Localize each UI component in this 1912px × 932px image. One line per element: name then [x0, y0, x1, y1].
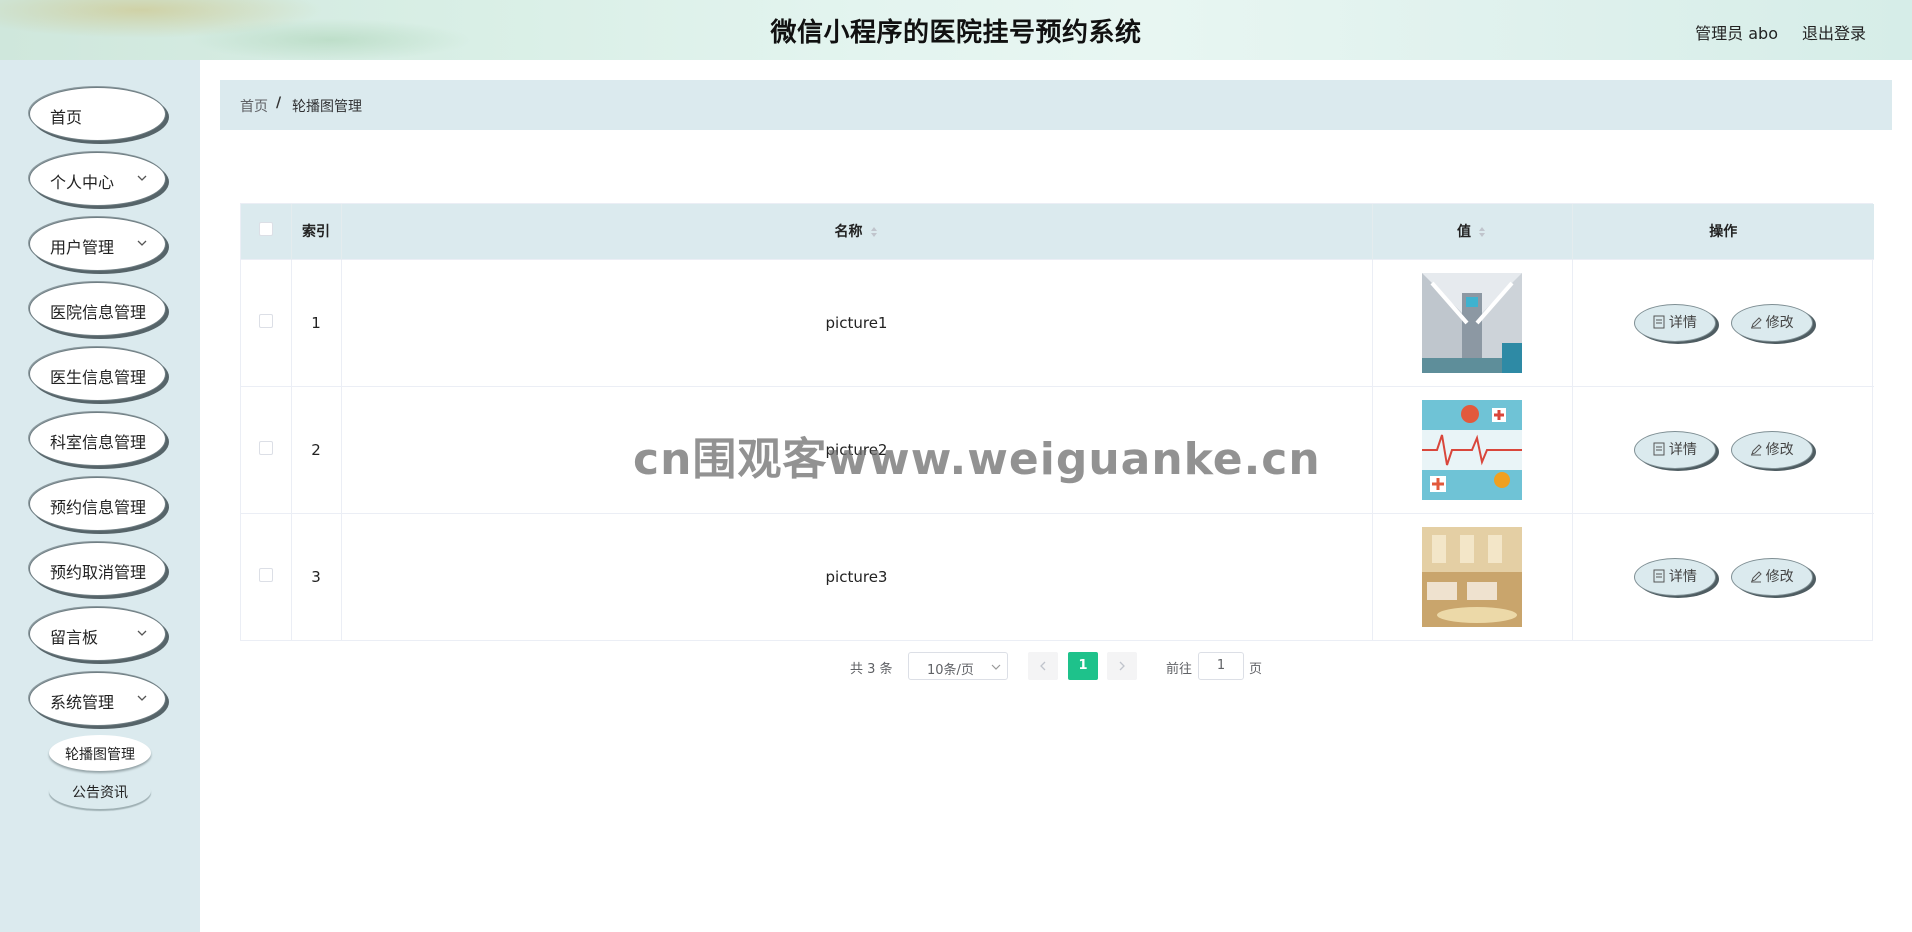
row-name: picture1 [341, 259, 1373, 386]
row-name: picture3 [341, 513, 1373, 640]
table-row: 2 picture2 详情 修改 [241, 386, 1874, 513]
prev-page-button[interactable] [1028, 652, 1058, 680]
page-number-current[interactable]: 1 [1068, 652, 1098, 680]
row-name: picture2 [341, 386, 1373, 513]
sidebar-item-message-board[interactable]: 留言板 [29, 607, 166, 661]
breadcrumb-home[interactable]: 首页 [240, 96, 268, 116]
next-page-button[interactable] [1107, 652, 1137, 680]
chevron-down-icon [991, 664, 1001, 670]
column-index: 索引 [291, 204, 342, 259]
top-header: 微信小程序的医院挂号预约系统 管理员 abo 退出登录 [0, 0, 1912, 60]
row-checkbox[interactable] [258, 567, 273, 582]
column-actions: 操作 [1709, 224, 1738, 241]
sidebar-item-personal-center[interactable]: 个人中心 [29, 152, 166, 206]
column-value[interactable]: 值 [1372, 204, 1573, 259]
document-icon [1653, 442, 1665, 455]
chevron-down-icon [137, 175, 147, 181]
hospital-ward-image[interactable] [1422, 526, 1522, 627]
document-icon [1653, 569, 1665, 583]
submenu-item-announcements[interactable]: 公告资讯 [49, 773, 151, 809]
table-row: 1 picture1 详情 修改 [241, 259, 1874, 386]
sidebar-item-hospital-info[interactable]: 医院信息管理 [29, 282, 166, 336]
logout-link[interactable]: 退出登录 [1802, 20, 1866, 44]
detail-button[interactable]: 详情 [1633, 430, 1716, 469]
submenu-item-carousel[interactable]: 轮播图管理 [49, 735, 151, 771]
sidebar-item-appointment-info[interactable]: 预约信息管理 [29, 477, 166, 531]
document-icon [1653, 315, 1665, 328]
pagination-total: 共 3 条 [850, 662, 893, 677]
breadcrumb-separator: / [276, 95, 282, 111]
sort-icon[interactable] [869, 225, 879, 239]
chevron-right-icon [1119, 661, 1125, 671]
app-title: 微信小程序的医院挂号预约系统 [770, 18, 1142, 48]
goto-label: 前往 [1166, 662, 1193, 677]
detail-button[interactable]: 详情 [1633, 303, 1716, 342]
edit-button[interactable]: 修改 [1730, 557, 1813, 596]
row-index: 2 [291, 386, 342, 513]
chevron-down-icon [137, 240, 147, 246]
carousel-table: 索引 名称 值 操作 1 picture1 详情 修改 2 picture2 详… [240, 203, 1874, 641]
table-row: 3 picture3 详情 修改 [241, 513, 1874, 640]
row-index: 3 [291, 513, 342, 640]
current-user: 管理员 abo [1695, 24, 1778, 43]
sidebar-item-appointment-cancel[interactable]: 预约取消管理 [29, 542, 166, 596]
medical-pattern-image[interactable] [1422, 399, 1522, 500]
chevron-left-icon [1040, 661, 1046, 671]
table-header-row: 索引 名称 值 操作 [241, 204, 1874, 259]
breadcrumb: 首页 / 轮播图管理 [220, 80, 1892, 130]
detail-button[interactable]: 详情 [1633, 557, 1716, 596]
chevron-down-icon [137, 630, 147, 636]
hospital-corridor-image[interactable] [1422, 272, 1522, 373]
chevron-down-icon [137, 695, 147, 701]
sidebar: 首页 个人中心 用户管理 医院信息管理 医生信息管理 科室信息管理 预约信息管理… [0, 60, 200, 932]
breadcrumb-current: 轮播图管理 [292, 99, 362, 115]
sidebar-item-doctor-info[interactable]: 医生信息管理 [29, 347, 166, 401]
edit-button[interactable]: 修改 [1730, 430, 1813, 469]
page-size-select[interactable]: 10条/页 [908, 652, 1008, 680]
sidebar-item-department-info[interactable]: 科室信息管理 [29, 412, 166, 466]
column-name[interactable]: 名称 [341, 204, 1373, 259]
row-checkbox[interactable] [258, 313, 273, 328]
row-index: 1 [291, 259, 342, 386]
row-checkbox[interactable] [258, 440, 273, 455]
edit-icon [1750, 316, 1762, 328]
sidebar-item-system-management[interactable]: 系统管理 [29, 672, 166, 726]
sidebar-item-user-management[interactable]: 用户管理 [29, 217, 166, 271]
edit-button[interactable]: 修改 [1730, 303, 1813, 342]
page-suffix: 页 [1249, 662, 1263, 677]
edit-icon [1750, 443, 1762, 455]
sort-icon[interactable] [1477, 225, 1487, 239]
sidebar-item-home[interactable]: 首页 [29, 87, 166, 141]
edit-icon [1750, 571, 1762, 583]
select-all-checkbox[interactable] [258, 222, 273, 237]
goto-page-input[interactable]: 1 [1198, 652, 1244, 680]
